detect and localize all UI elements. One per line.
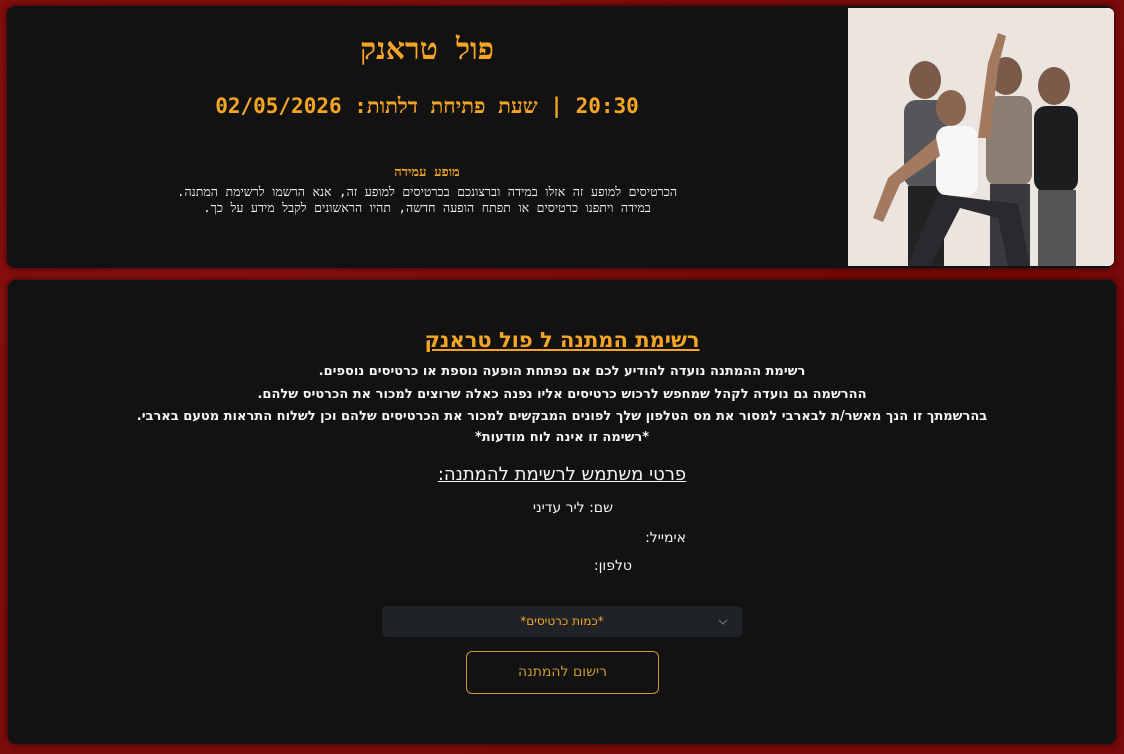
waitlist-info-line: בהרשמתך זו הנך מאשר/ת לבארבי למסור את מס… (136, 409, 988, 424)
waitlist-card: רשימת המתנה ל פול טראנק רשימת ההמתנה נוע… (8, 280, 1116, 744)
event-description: הכרטיסים למופע זה אזלו במידה וברצונכם בכ… (7, 184, 847, 216)
ticket-quantity-select[interactable]: *כמות כרטיסים* (382, 606, 742, 637)
name-value: ליר עדיני (532, 500, 585, 516)
waitlist-title: רשימת המתנה ל פול טראנק (424, 328, 700, 352)
description-line: הכרטיסים למופע זה אזלו במידה וברצונכם בכ… (176, 184, 678, 199)
ticket-quantity-placeholder: *כמות כרטיסים* (520, 614, 604, 628)
name-field: שם: ליר עדיני (533, 500, 613, 516)
band-photo-illustration (848, 8, 1114, 266)
artist-title: פול טראנק (359, 32, 495, 67)
event-card: פול טראנק 20:30 | שעת פתיחת דלתות: 02/05… (7, 6, 1114, 268)
waitlist-disclaimer: *רשימה זו אינה לוח מודעות* (474, 430, 650, 445)
phone-label: טלפון: (593, 558, 632, 574)
phone-field: טלפון: (594, 558, 632, 574)
description-line: במידה ויתפנו כרטיסים או תפתח הופעה חדשה,… (203, 200, 651, 215)
artist-photo (848, 8, 1114, 266)
event-date-line: 20:30 | שעת פתיחת דלתות: 02/05/2026 (215, 94, 639, 118)
chevron-down-icon (718, 619, 728, 625)
name-label: שם: (589, 500, 613, 516)
user-details-title: פרטי משתמש לרשימת להמתנה: (437, 464, 687, 485)
waitlist-info-line: רשימת ההמתנה נועדה להודיע לכם אם נפתחת ה… (318, 364, 806, 379)
register-waitlist-button[interactable]: רישום להמתנה (466, 651, 659, 694)
waitlist-info-line: ההרשמה גם נועדה לקהל שמחפש לרכוש כרטיסים… (257, 387, 867, 402)
email-label: אימייל: (645, 530, 686, 546)
show-type-label: מופע עמידה (394, 165, 460, 180)
email-field: אימייל: (645, 530, 686, 546)
event-info: פול טראנק 20:30 | שעת פתיחת דלתות: 02/05… (7, 6, 847, 268)
